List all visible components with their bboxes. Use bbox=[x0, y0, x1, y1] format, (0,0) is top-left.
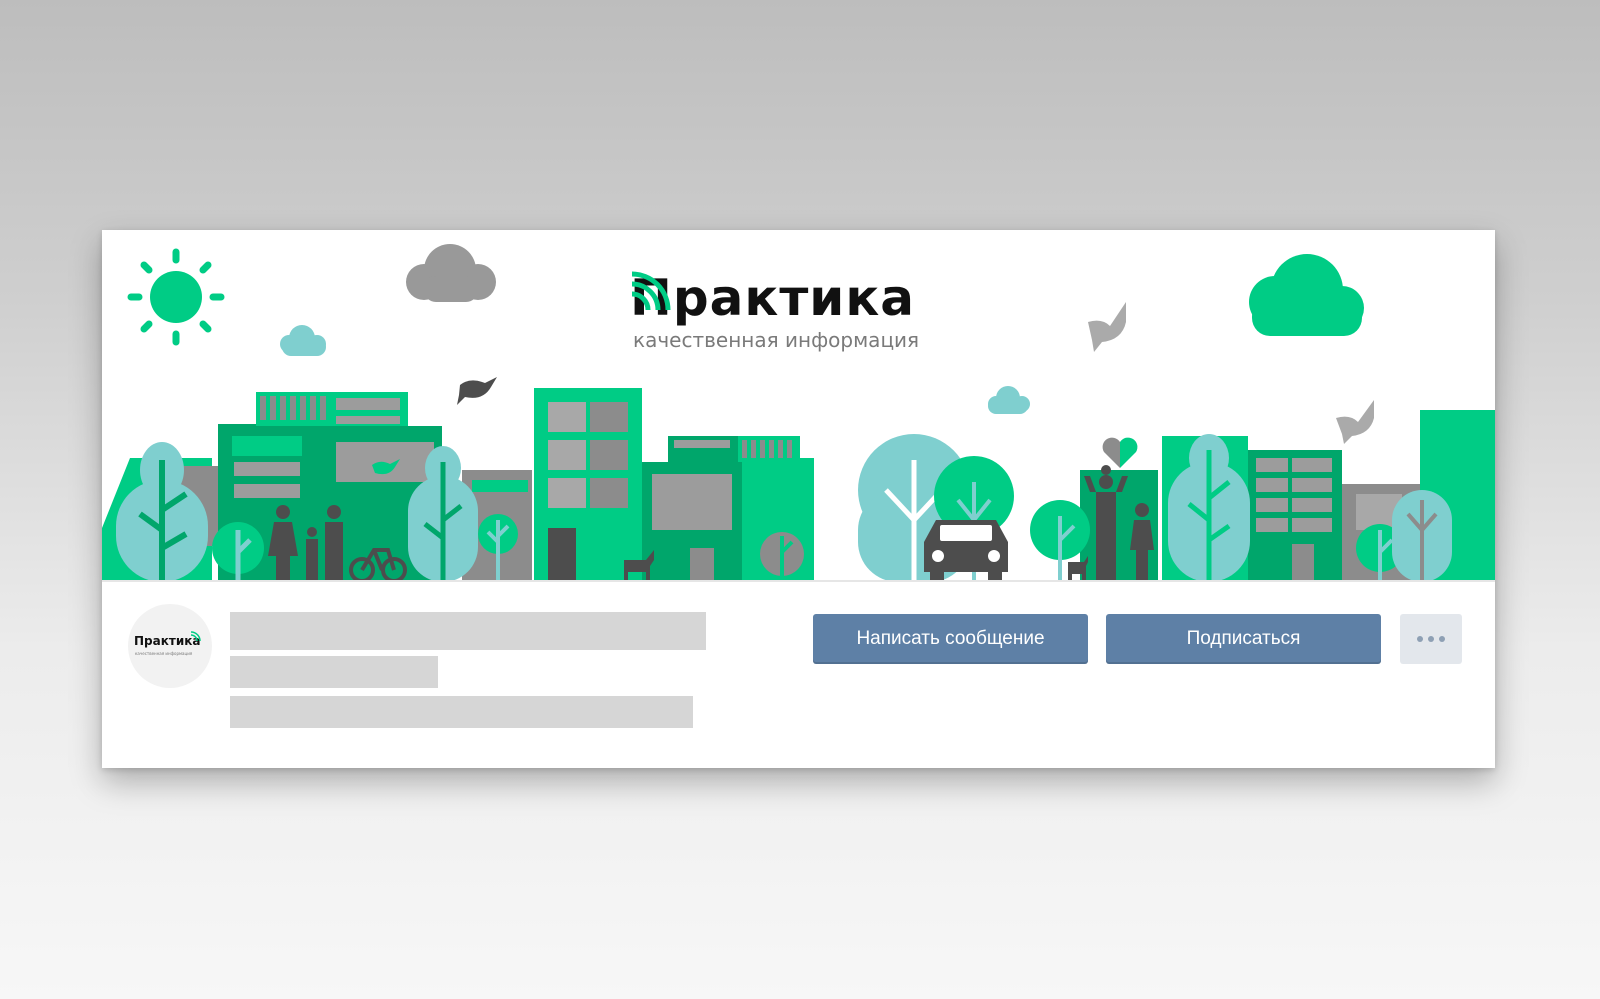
avatar-brand-tagline: качественная информация bbox=[135, 651, 193, 656]
bird-icon bbox=[457, 377, 497, 405]
profile-header: Практика качественная информация Написат… bbox=[102, 582, 1495, 768]
signal-icon bbox=[191, 631, 201, 641]
sun-icon bbox=[127, 248, 225, 346]
subscribe-button[interactable]: Подписаться bbox=[1106, 614, 1381, 664]
community-card: Практика качественная информация Практик… bbox=[102, 230, 1495, 768]
write-message-button[interactable]: Написать сообщение bbox=[813, 614, 1088, 664]
cloud-gray-icon bbox=[406, 244, 496, 302]
heart-icon bbox=[1102, 437, 1138, 468]
cover-image: Практика качественная информация bbox=[102, 230, 1495, 582]
brand-tagline: качественная информация bbox=[633, 328, 920, 352]
name-placeholder bbox=[230, 612, 706, 650]
bird-icon bbox=[1088, 302, 1126, 352]
car-icon bbox=[924, 520, 1008, 582]
brand-logo: Практика качественная информация bbox=[630, 268, 990, 368]
cloud-green-icon bbox=[1249, 254, 1364, 336]
status-placeholder bbox=[230, 656, 438, 688]
tree-icon bbox=[1392, 490, 1452, 582]
more-button[interactable] bbox=[1400, 614, 1462, 664]
signal-icon bbox=[631, 271, 671, 311]
bird-icon bbox=[1336, 400, 1374, 444]
cloud-teal-small-icon bbox=[280, 325, 326, 356]
cloud-teal-small-icon bbox=[988, 386, 1030, 414]
description-placeholder bbox=[230, 696, 693, 728]
avatar[interactable]: Практика качественная информация bbox=[128, 604, 212, 688]
